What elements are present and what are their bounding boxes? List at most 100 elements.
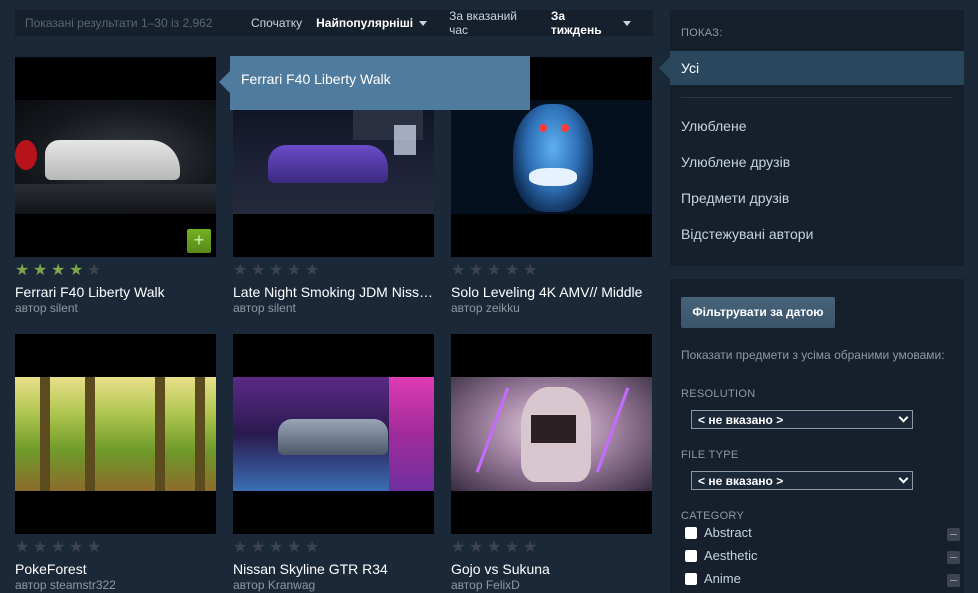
plus-icon[interactable]: +: [187, 229, 211, 253]
time-dropdown[interactable]: За тиждень: [551, 9, 631, 37]
forest-image: [15, 377, 216, 491]
show-all-option[interactable]: Усі: [659, 51, 964, 85]
star-icon: ★: [269, 539, 285, 556]
checkbox[interactable]: [685, 572, 697, 585]
time-dropdown-value: За тиждень: [550, 9, 602, 37]
show-favorites-option[interactable]: Улюблене: [681, 108, 964, 144]
category-checkbox-aesthetic[interactable]: Aesthetic: [685, 548, 757, 563]
solo-leveling-image: [451, 100, 652, 214]
star-icon: ★: [505, 539, 521, 556]
item-author[interactable]: автор Kranwag: [233, 578, 434, 592]
workshop-item: + ★ ★ ★ ★ ★ Ferrari F40 Liberty Walk автор s…: [15, 57, 216, 315]
nissan-image: [233, 377, 434, 491]
star-icon: ★: [523, 539, 539, 556]
star-icon: ★: [469, 262, 485, 279]
item-title[interactable]: Ferrari F40 Liberty Walk: [15, 284, 216, 300]
item-tooltip: Ferrari F40 Liberty Walk: [219, 56, 530, 110]
star-icon: ★: [51, 539, 67, 556]
show-filter-panel: ПОКАЗ: Усі Улюблене Улюблене друзів Пред…: [659, 10, 964, 266]
star-icon: ★: [51, 262, 67, 279]
star-icon: ★: [451, 539, 467, 556]
rating-stars: ★ ★ ★ ★ ★: [233, 539, 434, 556]
item-author[interactable]: автор FelixD: [451, 578, 652, 592]
star-icon: ★: [15, 262, 31, 279]
sort-dropdown-value: Найпопулярніші: [316, 16, 414, 30]
star-icon: ★: [69, 262, 85, 279]
star-icon: ★: [505, 262, 521, 279]
show-followed-authors-option[interactable]: Відстежувані автори: [681, 216, 964, 252]
item-author[interactable]: автор zeikku: [451, 301, 652, 315]
item-title[interactable]: PokeForest: [15, 561, 216, 577]
show-friends-items-option[interactable]: Предмети друзів: [681, 180, 964, 216]
item-title[interactable]: Solo Leveling 4K AMV// Middle: [451, 284, 652, 300]
rating-stars: ★ ★ ★ ★ ★: [15, 539, 216, 556]
workshop-item: ★ ★ ★ ★ ★ Gojo vs Sukuna автор FelixD: [451, 334, 652, 592]
item-title[interactable]: Nissan Skyline GTR R34: [233, 561, 434, 577]
checkbox[interactable]: [685, 549, 697, 562]
star-icon: ★: [69, 539, 85, 556]
rating-stars: ★ ★ ★ ★ ★: [451, 539, 652, 556]
star-icon: ★: [469, 539, 485, 556]
jdm-image: [233, 100, 434, 214]
item-title[interactable]: Gojo vs Sukuna: [451, 561, 652, 577]
workshop-item: ★ ★ ★ ★ ★ Nissan Skyline GTR R34 автор Kranw…: [233, 334, 434, 592]
workshop-item: ★ ★ ★ ★ ★ PokeForest автор steamstr322: [15, 334, 216, 592]
checkbox[interactable]: [685, 526, 697, 539]
tag-filter-panel: Фільтрувати за датою Показати предмети з…: [670, 279, 964, 593]
star-icon: ★: [87, 262, 103, 279]
gojo-image: [451, 377, 652, 491]
chevron-down-icon: [898, 473, 909, 484]
item-author[interactable]: автор silent: [233, 301, 434, 315]
resolution-select[interactable]: < не вказано >: [691, 410, 913, 429]
star-icon: ★: [251, 539, 267, 556]
resolution-select-value: < не вказано >: [698, 413, 784, 427]
results-count: Показані результати 1–30 із 2,962: [25, 16, 213, 30]
show-header: ПОКАЗ:: [681, 27, 723, 39]
resolution-label: RESOLUTION: [681, 388, 756, 400]
filter-note: Показати предмети з усіма обраними умова…: [681, 348, 945, 362]
sort-dropdown[interactable]: Найпопулярніші: [316, 16, 428, 30]
category-label-text: Aesthetic: [704, 548, 758, 563]
sort-label: Спочатку: [251, 16, 303, 30]
item-thumbnail[interactable]: +: [15, 57, 216, 257]
results-toolbar: Показані результати 1–30 із 2,962 Спочат…: [15, 9, 653, 37]
minus-icon[interactable]: [947, 574, 960, 587]
category-label-text: Abstract: [704, 525, 752, 540]
category-checkbox-anime[interactable]: Anime: [685, 571, 741, 586]
star-icon: ★: [251, 262, 267, 279]
category-checkbox-abstract[interactable]: Abstract: [685, 525, 752, 540]
item-author[interactable]: автор silent: [15, 301, 216, 315]
file-type-select-value: < не вказано >: [698, 474, 784, 488]
caret-down-icon: [419, 20, 428, 26]
file-type-select[interactable]: < не вказано >: [691, 471, 913, 490]
star-icon: ★: [487, 539, 503, 556]
minus-icon[interactable]: [947, 528, 960, 541]
item-thumbnail[interactable]: [233, 334, 434, 534]
star-icon: ★: [451, 262, 467, 279]
star-icon: ★: [487, 262, 503, 279]
category-label-text: Anime: [704, 571, 741, 586]
item-author[interactable]: автор steamstr322: [15, 578, 216, 592]
star-icon: ★: [33, 539, 49, 556]
star-icon: ★: [233, 539, 249, 556]
rating-stars: ★ ★ ★ ★ ★: [15, 262, 216, 279]
time-label: За вказаний час: [449, 9, 517, 37]
rating-stars: ★ ★ ★ ★ ★: [233, 262, 434, 279]
divider: [681, 97, 953, 98]
category-label: CATEGORY: [681, 510, 745, 522]
file-type-label: FILE TYPE: [681, 449, 739, 461]
item-thumbnail[interactable]: [451, 334, 652, 534]
show-friends-favorites-option[interactable]: Улюблене друзів: [681, 144, 964, 180]
star-icon: ★: [233, 262, 249, 279]
filter-by-date-button[interactable]: Фільтрувати за датою: [681, 297, 835, 328]
rating-stars: ★ ★ ★ ★ ★: [451, 262, 652, 279]
star-icon: ★: [269, 262, 285, 279]
star-icon: ★: [15, 539, 31, 556]
ferrari-image: [15, 100, 216, 214]
item-title[interactable]: Late Night Smoking JDM Nissan: [233, 284, 434, 300]
star-icon: ★: [287, 262, 303, 279]
item-thumbnail[interactable]: [15, 334, 216, 534]
star-icon: ★: [87, 539, 103, 556]
star-icon: ★: [305, 539, 321, 556]
minus-icon[interactable]: [947, 551, 960, 564]
